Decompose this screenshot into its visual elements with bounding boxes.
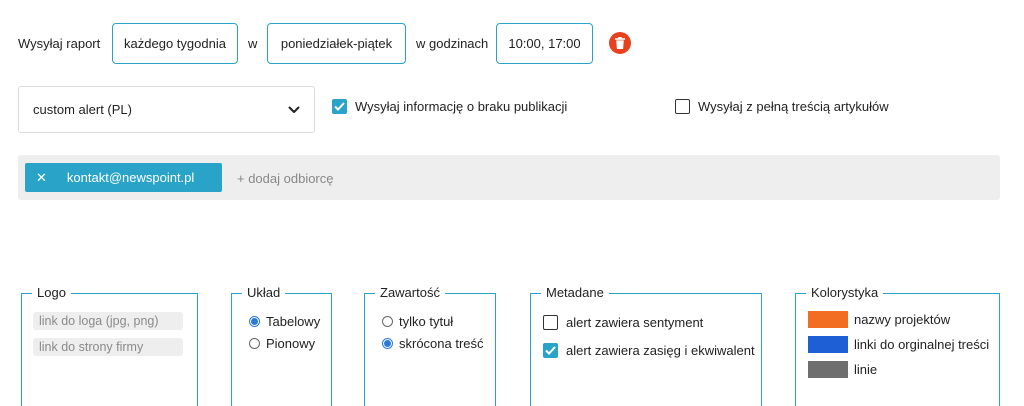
colors-legend: Kolorystyka	[806, 285, 884, 300]
content-legend: Zawartość	[375, 285, 445, 300]
content-fieldset: Zawartość tylko tytuł skrócona treść	[364, 285, 496, 406]
content-option-label: skrócona treść	[399, 336, 484, 351]
color-item-lines[interactable]: linie	[808, 361, 877, 378]
frequency-select[interactable]: każdego tygodnia	[112, 23, 238, 64]
layout-legend: Układ	[242, 285, 286, 300]
checkmark-icon	[334, 102, 345, 111]
layout-radio-table[interactable]	[249, 316, 260, 327]
colors-fieldset: Kolorystyka nazwy projektów linki do org…	[795, 285, 1000, 406]
layout-option-table[interactable]: Tabelowy	[249, 314, 320, 329]
recipient-email: kontakt@newspoint.pl	[66, 170, 195, 185]
no-publication-label: Wysyłaj informację o braku publikacji	[355, 99, 568, 114]
remove-recipient-icon[interactable]: ✕	[36, 170, 47, 186]
site-url-input[interactable]: link do strony firmy	[33, 338, 183, 356]
hours-label: w godzinach	[416, 36, 489, 51]
layout-radio-vertical[interactable]	[249, 338, 260, 349]
reach-checkbox[interactable]	[543, 343, 558, 358]
layout-option-label: Pionowy	[266, 336, 316, 351]
send-report-label: Wysyłaj raport	[18, 36, 101, 51]
color-item-label: nazwy projektów	[854, 312, 951, 327]
content-option-label: tylko tytuł	[399, 314, 454, 329]
template-select[interactable]: custom alert (PL)	[18, 86, 315, 133]
metadata-fieldset: Metadane alert zawiera sentyment alert z…	[530, 285, 762, 406]
trash-icon	[615, 37, 625, 49]
full-content-checkbox[interactable]	[675, 99, 690, 114]
layout-option-vertical[interactable]: Pionowy	[249, 336, 315, 351]
color-swatch[interactable]	[808, 336, 848, 353]
metadata-option-label: alert zawiera sentyment	[566, 315, 704, 330]
color-item-projects[interactable]: nazwy projektów	[808, 311, 950, 328]
days-select[interactable]: poniedziałek-piątek	[267, 23, 406, 64]
logo-url-input[interactable]: link do loga (jpg, png)	[33, 312, 183, 330]
metadata-option-reach[interactable]: alert zawiera zasięg i ekwiwalent	[543, 343, 755, 358]
metadata-legend: Metadane	[541, 285, 609, 300]
delete-button[interactable]	[609, 32, 631, 54]
logo-legend: Logo	[32, 285, 71, 300]
in-label: w	[248, 36, 258, 51]
metadata-option-label: alert zawiera zasięg i ekwiwalent	[566, 343, 755, 358]
no-publication-option[interactable]: Wysyłaj informację o braku publikacji	[332, 99, 567, 114]
no-publication-checkbox[interactable]	[332, 99, 347, 114]
sentiment-checkbox[interactable]	[543, 315, 558, 330]
color-swatch[interactable]	[808, 311, 848, 328]
color-item-label: linie	[854, 362, 878, 377]
layout-option-label: Tabelowy	[266, 314, 321, 329]
add-recipient-input[interactable]: + dodaj odbiorcę	[237, 171, 334, 186]
content-option-short[interactable]: skrócona treść	[382, 336, 484, 351]
checkmark-icon	[545, 346, 556, 355]
layout-fieldset: Układ Tabelowy Pionowy	[231, 285, 332, 406]
full-content-option[interactable]: Wysyłaj z pełną treścią artykułów	[675, 99, 889, 114]
content-radio-short[interactable]	[382, 338, 393, 349]
color-item-label: linki do orginalnej treści	[854, 337, 990, 352]
chevron-down-icon	[288, 106, 300, 113]
metadata-option-sentiment[interactable]: alert zawiera sentyment	[543, 315, 703, 330]
content-radio-title[interactable]	[382, 316, 393, 327]
color-item-links[interactable]: linki do orginalnej treści	[808, 336, 989, 353]
logo-fieldset: Logo link do loga (jpg, png) link do str…	[21, 285, 198, 406]
template-select-value: custom alert (PL)	[33, 102, 132, 117]
full-content-label: Wysyłaj z pełną treścią artykułów	[698, 99, 889, 114]
hours-input[interactable]: 10:00, 17:00	[496, 23, 593, 64]
color-swatch[interactable]	[808, 361, 848, 378]
content-option-title[interactable]: tylko tytuł	[382, 314, 453, 329]
recipient-chip: ✕ kontakt@newspoint.pl	[25, 163, 222, 192]
